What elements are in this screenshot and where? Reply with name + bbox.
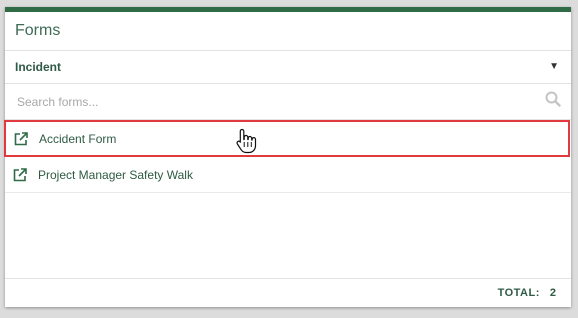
hand-pointer-cursor-icon (236, 128, 258, 159)
category-select-value: Incident (15, 60, 62, 74)
forms-panel: Forms Incident ▼ Accident Form (4, 7, 571, 307)
total-label: TOTAL: (497, 287, 540, 299)
category-select[interactable]: Incident ▼ (5, 51, 571, 84)
form-item-label: Accident Form (39, 131, 117, 146)
form-item-accident-form[interactable]: Accident Form (4, 120, 570, 157)
caret-down-icon[interactable]: ▼ (549, 51, 559, 83)
total-value: 2 (549, 287, 556, 299)
external-link-icon (12, 167, 28, 183)
form-item-project-manager-safety-walk[interactable]: Project Manager Safety Walk (5, 157, 571, 193)
form-item-label: Project Manager Safety Walk (38, 167, 193, 182)
search-bar (5, 84, 571, 120)
search-input[interactable] (15, 93, 499, 110)
search-icon[interactable] (545, 91, 561, 112)
external-link-icon (13, 131, 29, 147)
panel-footer: TOTAL: 2 (5, 278, 571, 307)
panel-title: Forms (5, 12, 571, 51)
